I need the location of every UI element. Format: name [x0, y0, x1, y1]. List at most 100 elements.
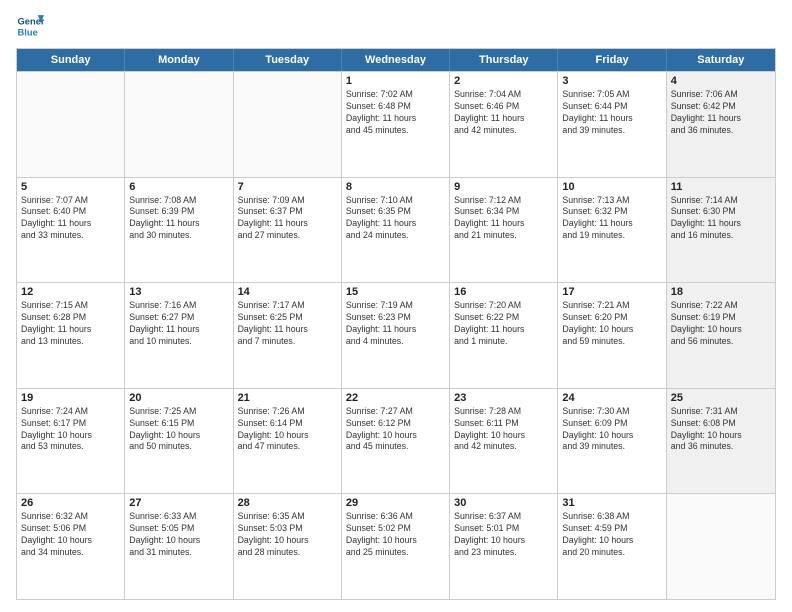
day-number: 27 — [129, 497, 228, 509]
header: General Blue — [16, 12, 776, 40]
cell-info: Sunrise: 7:05 AM Sunset: 6:44 PM Dayligh… — [562, 89, 661, 137]
weekday-header: Tuesday — [234, 49, 342, 71]
cell-info: Sunrise: 7:17 AM Sunset: 6:25 PM Dayligh… — [238, 300, 337, 348]
cell-info: Sunrise: 7:27 AM Sunset: 6:12 PM Dayligh… — [346, 406, 445, 454]
cell-info: Sunrise: 6:32 AM Sunset: 5:06 PM Dayligh… — [21, 511, 120, 559]
calendar-cell: 27 Sunrise: 6:33 AM Sunset: 5:05 PM Dayli… — [125, 494, 233, 599]
day-number: 25 — [671, 392, 771, 404]
day-number: 28 — [238, 497, 337, 509]
calendar-header: SundayMondayTuesdayWednesdayThursdayFrid… — [17, 49, 775, 71]
day-number: 18 — [671, 286, 771, 298]
calendar-cell: 20 Sunrise: 7:25 AM Sunset: 6:15 PM Dayli… — [125, 389, 233, 494]
day-number: 7 — [238, 181, 337, 193]
calendar-cell: 2 Sunrise: 7:04 AM Sunset: 6:46 PM Daylig… — [450, 72, 558, 177]
cell-info: Sunrise: 7:22 AM Sunset: 6:19 PM Dayligh… — [671, 300, 771, 348]
weekday-header: Thursday — [450, 49, 558, 71]
day-number: 8 — [346, 181, 445, 193]
calendar-cell: 26 Sunrise: 6:32 AM Sunset: 5:06 PM Dayli… — [17, 494, 125, 599]
calendar-cell: 11 Sunrise: 7:14 AM Sunset: 6:30 PM Dayli… — [667, 178, 775, 283]
day-number: 9 — [454, 181, 553, 193]
calendar-cell: 28 Sunrise: 6:35 AM Sunset: 5:03 PM Dayli… — [234, 494, 342, 599]
cell-info: Sunrise: 7:08 AM Sunset: 6:39 PM Dayligh… — [129, 195, 228, 243]
day-number: 3 — [562, 75, 661, 87]
weekday-header: Friday — [558, 49, 666, 71]
cell-info: Sunrise: 7:15 AM Sunset: 6:28 PM Dayligh… — [21, 300, 120, 348]
calendar-cell: 6 Sunrise: 7:08 AM Sunset: 6:39 PM Daylig… — [125, 178, 233, 283]
cell-info: Sunrise: 7:25 AM Sunset: 6:15 PM Dayligh… — [129, 406, 228, 454]
day-number: 2 — [454, 75, 553, 87]
day-number: 5 — [21, 181, 120, 193]
calendar-cell — [667, 494, 775, 599]
calendar: SundayMondayTuesdayWednesdayThursdayFrid… — [16, 48, 776, 600]
day-number: 4 — [671, 75, 771, 87]
calendar-cell: 23 Sunrise: 7:28 AM Sunset: 6:11 PM Dayli… — [450, 389, 558, 494]
cell-info: Sunrise: 7:09 AM Sunset: 6:37 PM Dayligh… — [238, 195, 337, 243]
calendar-row: 26 Sunrise: 6:32 AM Sunset: 5:06 PM Dayli… — [17, 493, 775, 599]
calendar-row: 1 Sunrise: 7:02 AM Sunset: 6:48 PM Daylig… — [17, 71, 775, 177]
cell-info: Sunrise: 7:28 AM Sunset: 6:11 PM Dayligh… — [454, 406, 553, 454]
calendar-body: 1 Sunrise: 7:02 AM Sunset: 6:48 PM Daylig… — [17, 71, 775, 599]
calendar-cell — [125, 72, 233, 177]
cell-info: Sunrise: 7:07 AM Sunset: 6:40 PM Dayligh… — [21, 195, 120, 243]
calendar-row: 12 Sunrise: 7:15 AM Sunset: 6:28 PM Dayli… — [17, 282, 775, 388]
calendar-cell: 8 Sunrise: 7:10 AM Sunset: 6:35 PM Daylig… — [342, 178, 450, 283]
day-number: 19 — [21, 392, 120, 404]
calendar-cell: 12 Sunrise: 7:15 AM Sunset: 6:28 PM Dayli… — [17, 283, 125, 388]
cell-info: Sunrise: 6:38 AM Sunset: 4:59 PM Dayligh… — [562, 511, 661, 559]
calendar-cell: 9 Sunrise: 7:12 AM Sunset: 6:34 PM Daylig… — [450, 178, 558, 283]
calendar-cell: 13Sunrise: 7:16 AM Sunset: 6:27 PM Dayli… — [125, 283, 233, 388]
weekday-header: Wednesday — [342, 49, 450, 71]
cell-info: Sunrise: 7:12 AM Sunset: 6:34 PM Dayligh… — [454, 195, 553, 243]
day-number: 23 — [454, 392, 553, 404]
day-number: 21 — [238, 392, 337, 404]
calendar-cell: 14Sunrise: 7:17 AM Sunset: 6:25 PM Dayli… — [234, 283, 342, 388]
day-number: 26 — [21, 497, 120, 509]
calendar-cell: 1 Sunrise: 7:02 AM Sunset: 6:48 PM Daylig… — [342, 72, 450, 177]
cell-info: Sunrise: 7:10 AM Sunset: 6:35 PM Dayligh… — [346, 195, 445, 243]
cell-info: Sunrise: 6:36 AM Sunset: 5:02 PM Dayligh… — [346, 511, 445, 559]
cell-info: Sunrise: 7:19 AM Sunset: 6:23 PM Dayligh… — [346, 300, 445, 348]
calendar-cell: 5 Sunrise: 7:07 AM Sunset: 6:40 PM Daylig… — [17, 178, 125, 283]
calendar-row: 5 Sunrise: 7:07 AM Sunset: 6:40 PM Daylig… — [17, 177, 775, 283]
day-number: 15 — [346, 286, 445, 298]
cell-info: Sunrise: 7:16 AM Sunset: 6:27 PM Dayligh… — [129, 300, 228, 348]
day-number: 6 — [129, 181, 228, 193]
calendar-cell: 7 Sunrise: 7:09 AM Sunset: 6:37 PM Daylig… — [234, 178, 342, 283]
page: General Blue SundayMondayTuesdayWednesda… — [0, 0, 792, 612]
day-number: 1 — [346, 75, 445, 87]
day-number: 16 — [454, 286, 553, 298]
calendar-cell: 21Sunrise: 7:26 AM Sunset: 6:14 PM Dayli… — [234, 389, 342, 494]
day-number: 20 — [129, 392, 228, 404]
calendar-cell: 18 Sunrise: 7:22 AM Sunset: 6:19 PM Dayli… — [667, 283, 775, 388]
calendar-cell: 22Sunrise: 7:27 AM Sunset: 6:12 PM Dayli… — [342, 389, 450, 494]
calendar-cell: 16 Sunrise: 7:20 AM Sunset: 6:22 PM Dayli… — [450, 283, 558, 388]
calendar-cell: 29 Sunrise: 6:36 AM Sunset: 5:02 PM Dayli… — [342, 494, 450, 599]
logo-icon: General Blue — [16, 12, 44, 40]
cell-info: Sunrise: 7:14 AM Sunset: 6:30 PM Dayligh… — [671, 195, 771, 243]
calendar-cell: 3 Sunrise: 7:05 AM Sunset: 6:44 PM Daylig… — [558, 72, 666, 177]
calendar-row: 19Sunrise: 7:24 AM Sunset: 6:17 PM Dayli… — [17, 388, 775, 494]
calendar-cell: 17 Sunrise: 7:21 AM Sunset: 6:20 PM Dayli… — [558, 283, 666, 388]
calendar-cell: 19Sunrise: 7:24 AM Sunset: 6:17 PM Dayli… — [17, 389, 125, 494]
cell-info: Sunrise: 6:35 AM Sunset: 5:03 PM Dayligh… — [238, 511, 337, 559]
calendar-cell: 25 Sunrise: 7:31 AM Sunset: 6:08 PM Dayli… — [667, 389, 775, 494]
cell-info: Sunrise: 7:20 AM Sunset: 6:22 PM Dayligh… — [454, 300, 553, 348]
day-number: 11 — [671, 181, 771, 193]
weekday-header: Sunday — [17, 49, 125, 71]
cell-info: Sunrise: 7:31 AM Sunset: 6:08 PM Dayligh… — [671, 406, 771, 454]
day-number: 31 — [562, 497, 661, 509]
weekday-header: Monday — [125, 49, 233, 71]
day-number: 17 — [562, 286, 661, 298]
cell-info: Sunrise: 7:02 AM Sunset: 6:48 PM Dayligh… — [346, 89, 445, 137]
day-number: 29 — [346, 497, 445, 509]
cell-info: Sunrise: 7:21 AM Sunset: 6:20 PM Dayligh… — [562, 300, 661, 348]
day-number: 10 — [562, 181, 661, 193]
calendar-cell: 30 Sunrise: 6:37 AM Sunset: 5:01 PM Dayli… — [450, 494, 558, 599]
day-number: 12 — [21, 286, 120, 298]
cell-info: Sunrise: 6:37 AM Sunset: 5:01 PM Dayligh… — [454, 511, 553, 559]
cell-info: Sunrise: 7:04 AM Sunset: 6:46 PM Dayligh… — [454, 89, 553, 137]
calendar-cell: 24Sunrise: 7:30 AM Sunset: 6:09 PM Dayli… — [558, 389, 666, 494]
day-number: 24 — [562, 392, 661, 404]
cell-info: Sunrise: 6:33 AM Sunset: 5:05 PM Dayligh… — [129, 511, 228, 559]
day-number: 30 — [454, 497, 553, 509]
